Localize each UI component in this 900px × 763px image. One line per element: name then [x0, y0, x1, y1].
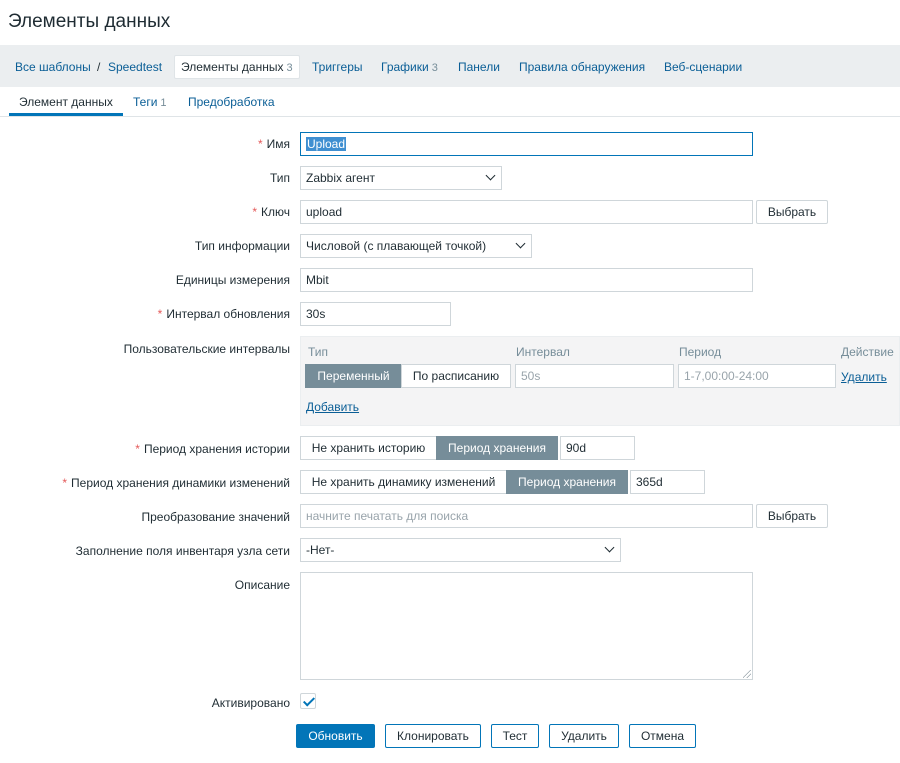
remove-interval-link[interactable]: Удалить — [841, 370, 887, 384]
type-label: Тип — [269, 171, 290, 185]
name-input-value: Upload — [306, 137, 347, 151]
tab-tags[interactable]: Теги 1 — [133, 95, 167, 109]
col-period-header: Период — [679, 345, 722, 359]
tab-preprocessing[interactable]: Предобработка — [188, 95, 275, 109]
required-marker: * — [135, 442, 140, 456]
trends-off-option[interactable]: Не хранить динамику изменений — [300, 470, 507, 494]
col-interval-header: Интервал — [516, 345, 570, 359]
delay-label-text: Интервал обновления — [166, 307, 290, 321]
col-action-header: Действие — [841, 345, 894, 359]
nav-template-speedtest[interactable]: Speedtest — [108, 60, 162, 74]
inventory-label: Заполнение поля инвентаря узла сети — [75, 544, 290, 558]
resize-grip-icon[interactable] — [743, 670, 751, 678]
name-label: * Имя — [258, 137, 290, 151]
delete-button[interactable]: Удалить — [549, 724, 619, 748]
delay-input[interactable]: 30s — [300, 302, 451, 326]
trends-label: * Период хранения динамики изменений — [62, 476, 290, 490]
trends-label-text: Период хранения динамики изменений — [71, 476, 290, 490]
page-title: Элементы данных — [8, 11, 171, 32]
valuemap-select-button[interactable]: Выбрать — [756, 504, 828, 528]
period-input[interactable]: 1-7,00:00-24:00 — [678, 364, 836, 388]
interval-type-scheduling[interactable]: По расписанию — [401, 364, 511, 388]
chevron-down-icon — [515, 238, 526, 249]
enabled-label: Активировано — [211, 696, 290, 710]
history-on-option[interactable]: Период хранения — [436, 436, 558, 460]
history-label: * Период хранения истории — [135, 442, 290, 456]
test-button[interactable]: Тест — [491, 724, 539, 748]
tab-item[interactable]: Элемент данных — [19, 95, 113, 109]
description-label: Описание — [234, 578, 290, 592]
required-marker: * — [257, 137, 263, 151]
nav-graphs-count: 3 — [431, 62, 438, 74]
required-marker: * — [252, 205, 258, 219]
required-marker: * — [157, 307, 163, 321]
nav-web-scenarios[interactable]: Веб-сценарии — [664, 60, 742, 74]
chevron-down-icon — [485, 170, 496, 181]
valuemap-label: Преобразование значений — [141, 510, 290, 524]
tab-tags-label: Теги — [133, 95, 158, 109]
key-label-text: Ключ — [261, 205, 290, 219]
valuemap-input[interactable]: начните печатать для поиска — [300, 504, 753, 528]
value-type-select[interactable]: Числовой (с плавающей точкой) — [300, 234, 532, 258]
trends-input[interactable]: 365d — [630, 470, 705, 494]
nav-graphs-label: Графики — [381, 60, 429, 74]
type-select[interactable]: Zabbix агент — [300, 166, 502, 190]
type-select-value: Zabbix агент — [306, 171, 375, 185]
cancel-button[interactable]: Отмена — [629, 724, 696, 748]
nav-items-count: 3 — [286, 62, 293, 74]
form-tabs: Элемент данных Теги 1 Предобработка — [0, 87, 900, 117]
nav-triggers[interactable]: Триггеры — [312, 60, 363, 74]
history-off-option[interactable]: Не хранить историю — [300, 436, 437, 460]
units-input[interactable]: Mbit — [300, 268, 753, 292]
col-type-header: Тип — [308, 345, 329, 359]
clone-button[interactable]: Клонировать — [385, 724, 481, 748]
delay-label: * Интервал обновления — [158, 307, 290, 321]
breadcrumb-separator: / — [97, 60, 101, 74]
nav-items-label: Элементы данных — [181, 60, 284, 74]
nav-dashboards[interactable]: Панели — [458, 60, 500, 74]
inventory-select[interactable]: -Нет- — [300, 538, 621, 562]
chevron-down-icon — [604, 542, 615, 553]
tab-tags-count: 1 — [160, 97, 167, 109]
update-button[interactable]: Обновить — [296, 724, 375, 748]
key-input[interactable]: upload — [300, 200, 753, 224]
inventory-select-value: -Нет- — [306, 543, 335, 557]
active-tab-indicator — [9, 113, 123, 116]
nav-graphs[interactable]: Графики 3 — [381, 60, 438, 74]
template-navigation: Все шаблоны / Speedtest Триггеры Графики… — [0, 45, 900, 87]
interval-input[interactable]: 50s — [515, 364, 674, 388]
description-textarea[interactable] — [300, 572, 753, 680]
name-input[interactable]: Upload — [300, 132, 753, 156]
interval-type-flexible[interactable]: Переменный — [305, 364, 402, 388]
value-type-label: Тип информации — [194, 239, 290, 253]
history-input[interactable]: 90d — [560, 436, 635, 460]
history-label-text: Период хранения истории — [143, 442, 290, 456]
value-type-select-value: Числовой (с плавающей точкой) — [306, 239, 487, 253]
trends-on-option[interactable]: Период хранения — [506, 470, 628, 494]
name-label-text: Имя — [266, 137, 290, 151]
key-label: * Ключ — [252, 205, 290, 219]
nav-items-active[interactable]: Элементы данных 3 — [174, 55, 300, 79]
required-marker: * — [62, 476, 68, 490]
nav-discovery-rules[interactable]: Правила обнаружения — [519, 60, 645, 74]
enabled-checkbox[interactable] — [300, 693, 316, 709]
units-label: Единицы измерения — [175, 273, 290, 287]
key-select-button[interactable]: Выбрать — [756, 200, 828, 224]
nav-all-templates[interactable]: Все шаблоны — [15, 60, 91, 74]
custom-intervals-label: Пользовательские интервалы — [123, 342, 290, 356]
add-interval-link[interactable]: Добавить — [306, 400, 359, 414]
